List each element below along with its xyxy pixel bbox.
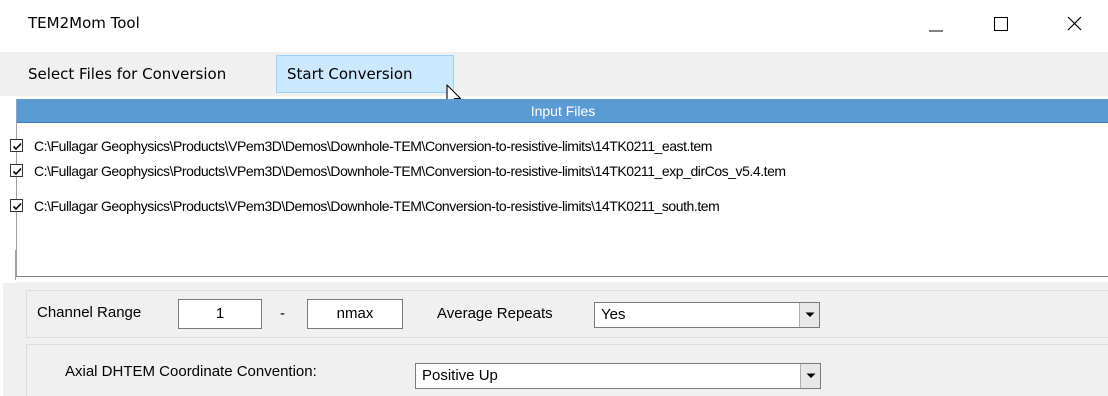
average-repeats-value: Yes — [601, 306, 626, 323]
average-repeats-select[interactable]: Yes — [594, 302, 820, 328]
parameters-panel: Channel Range 1 - nmax Average Repeats Y… — [16, 282, 1108, 396]
file-checkbox[interactable] — [10, 199, 23, 212]
title-bar: TEM2Mom Tool — [0, 0, 1108, 48]
file-path: C:\Fullagar Geophysics\Products\VPem3D\D… — [34, 138, 712, 154]
channel-start-input[interactable]: 1 — [178, 299, 262, 329]
channel-settings-group: Channel Range 1 - nmax Average Repeats Y… — [26, 290, 1108, 338]
axial-convention-group: Axial DHTEM Coordinate Convention: Posit… — [26, 344, 1108, 396]
checkmark-icon — [12, 202, 22, 211]
minimize-icon — [929, 30, 943, 32]
dropdown-button[interactable] — [799, 303, 819, 327]
range-separator: - — [280, 305, 285, 322]
menu-start-conversion[interactable]: Start Conversion — [276, 55, 454, 93]
input-files-list[interactable]: Input Files — [16, 99, 1108, 277]
chevron-down-icon — [806, 373, 816, 378]
close-button[interactable] — [1050, 0, 1096, 48]
checkmark-icon — [12, 142, 22, 151]
file-path: C:\Fullagar Geophysics\Products\VPem3D\D… — [34, 163, 786, 179]
axial-convention-value: Positive Up — [422, 367, 498, 384]
channel-end-input[interactable]: nmax — [307, 299, 403, 329]
file-checkbox[interactable] — [10, 164, 23, 177]
file-path: C:\Fullagar Geophysics\Products\VPem3D\D… — [34, 198, 720, 214]
maximize-icon — [994, 17, 1008, 31]
axial-convention-label: Axial DHTEM Coordinate Convention: — [65, 363, 317, 380]
maximize-button[interactable] — [978, 0, 1024, 48]
menu-bar: Select Files for Conversion Start Conver… — [0, 52, 1108, 96]
window-title: TEM2Mom Tool — [28, 14, 140, 32]
dropdown-button[interactable] — [800, 364, 820, 388]
checkmark-icon — [12, 167, 22, 176]
file-list-item[interactable]: C:\Fullagar Geophysics\Products\VPem3D\D… — [10, 135, 1096, 157]
file-checkbox[interactable] — [10, 139, 23, 152]
axial-convention-select[interactable]: Positive Up — [415, 363, 821, 389]
close-icon — [1067, 16, 1082, 31]
file-list-item[interactable]: C:\Fullagar Geophysics\Products\VPem3D\D… — [10, 195, 1096, 217]
average-repeats-label: Average Repeats — [437, 305, 553, 322]
input-files-header: Input Files — [17, 99, 1108, 123]
channel-range-label: Channel Range — [37, 304, 142, 321]
chevron-down-icon — [805, 312, 815, 317]
menu-select-files[interactable]: Select Files for Conversion — [18, 55, 236, 93]
file-list-item[interactable]: C:\Fullagar Geophysics\Products\VPem3D\D… — [10, 160, 1096, 182]
minimize-button-area[interactable] — [912, 0, 958, 48]
